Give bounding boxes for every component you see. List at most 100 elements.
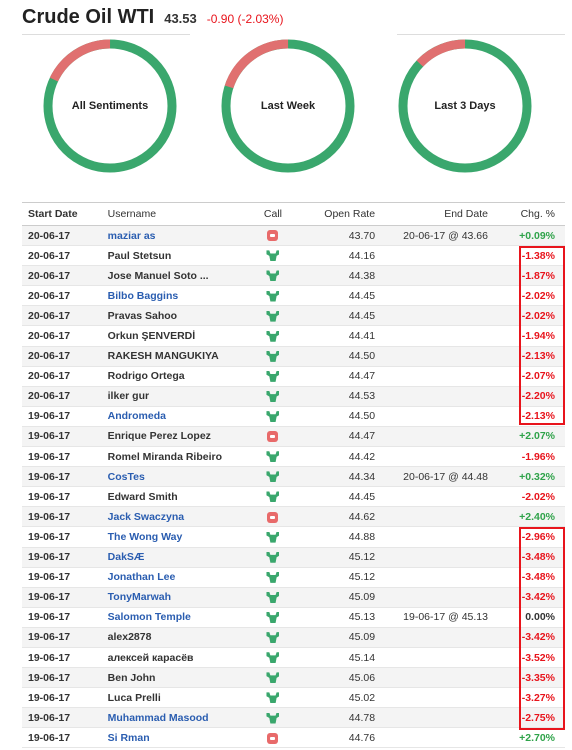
- change-cell: +2.70%: [499, 727, 565, 749]
- instrument-price: 43.53: [164, 11, 197, 26]
- gauge-last-week: Last Week: [220, 38, 356, 174]
- open-rate-cell: 45.09: [297, 627, 386, 648]
- end-date-cell: [385, 285, 500, 307]
- bull-icon: [266, 250, 280, 262]
- call-cell: [248, 406, 298, 427]
- open-rate-cell: 44.38: [297, 265, 386, 287]
- change-cell: -2.02%: [499, 285, 565, 307]
- header-divider-right: [397, 34, 565, 35]
- call-cell: [248, 346, 298, 367]
- table-row: 19-06-17 алексей карасёв 45.14 -3.52%: [22, 647, 565, 669]
- open-rate-cell: 45.06: [297, 667, 386, 689]
- end-date-cell: [385, 707, 500, 729]
- bull-icon: [266, 471, 280, 483]
- table-header-row: Start Date Username Call Open Rate End D…: [22, 202, 565, 226]
- bull-icon: [266, 712, 280, 724]
- instrument-header: Crude Oil WTI 43.53 -0.90 (-2.03%): [22, 6, 283, 29]
- end-date-cell: [385, 526, 500, 548]
- table-row: 19-06-17 alex2878 45.09 -3.42%: [22, 627, 565, 648]
- table-row: 19-06-17 Enrique Perez Lopez 44.47 +2.07%: [22, 426, 565, 448]
- table-row: 19-06-17 Luca Prelli 45.02 -3.27%: [22, 687, 565, 709]
- change-cell: -2.96%: [499, 526, 565, 548]
- open-rate-cell: 44.34: [297, 466, 386, 488]
- end-date-cell: [385, 346, 500, 367]
- change-cell: +0.32%: [499, 466, 565, 488]
- username-cell[interactable]: maziar as: [103, 225, 249, 247]
- change-cell: -3.52%: [499, 647, 565, 669]
- open-rate-cell: 45.02: [297, 687, 386, 709]
- header-divider-left: [22, 34, 190, 35]
- table-row: 20-06-17 Orkun ŞENVERDİ 44.41 -1.94%: [22, 325, 565, 347]
- call-cell: [248, 727, 298, 749]
- column-header-start-date: Start Date: [22, 202, 104, 226]
- open-rate-cell: 45.12: [297, 547, 386, 568]
- call-cell: [248, 547, 298, 568]
- start-date-cell: 19-06-17: [22, 587, 104, 608]
- username-cell[interactable]: The Wong Way: [103, 526, 249, 548]
- end-date-cell: [385, 265, 500, 287]
- change-cell: -2.07%: [499, 366, 565, 387]
- end-date-cell: 20-06-17 @ 43.66: [385, 225, 500, 247]
- username-cell: Rodrigo Ortega: [103, 366, 249, 387]
- table-row: 19-06-17 Ben John 45.06 -3.35%: [22, 667, 565, 689]
- change-cell: -3.35%: [499, 667, 565, 689]
- call-cell: [248, 366, 298, 387]
- bear-icon: [267, 431, 279, 443]
- start-date-cell: 19-06-17: [22, 727, 104, 749]
- bull-icon: [266, 350, 280, 362]
- start-date-cell: 19-06-17: [22, 526, 104, 548]
- start-date-cell: 19-06-17: [22, 426, 104, 448]
- change-cell: -1.87%: [499, 265, 565, 287]
- table-row: 19-06-17 Romel Miranda Ribeiro 44.42 -1.96%: [22, 446, 565, 468]
- start-date-cell: 19-06-17: [22, 547, 104, 568]
- username-cell[interactable]: Jonathan Lee: [103, 567, 249, 588]
- open-rate-cell: 44.78: [297, 707, 386, 729]
- gauge-label: Last Week: [260, 100, 316, 112]
- username-cell[interactable]: Salomon Temple: [103, 607, 249, 628]
- username-cell[interactable]: Bilbo Baggins: [103, 285, 249, 307]
- bull-icon: [266, 612, 280, 624]
- call-cell: [248, 446, 298, 468]
- bull-icon: [266, 571, 280, 583]
- username-cell[interactable]: Muhammad Masood: [103, 707, 249, 729]
- call-cell: [248, 707, 298, 729]
- change-cell: -2.02%: [499, 486, 565, 508]
- start-date-cell: 19-06-17: [22, 506, 104, 528]
- table-row: 20-06-17 RAKESH MANGUKIYA 44.50 -2.13%: [22, 346, 565, 367]
- start-date-cell: 20-06-17: [22, 305, 104, 327]
- column-header-change: Chg. %: [499, 202, 565, 226]
- username-cell: alex2878: [103, 627, 249, 648]
- instrument-change: -0.90 (-2.03%): [206, 12, 284, 26]
- end-date-cell: [385, 587, 500, 608]
- username-cell: Enrique Perez Lopez: [103, 426, 249, 448]
- start-date-cell: 20-06-17: [22, 325, 104, 347]
- table-row: 19-06-17 Edward Smith 44.45 -2.02%: [22, 486, 565, 508]
- username-cell: Jose Manuel Soto ...: [103, 265, 249, 287]
- username-cell[interactable]: Jack Swaczyna: [103, 506, 249, 528]
- start-date-cell: 19-06-17: [22, 687, 104, 709]
- bull-icon: [266, 491, 280, 503]
- username-cell[interactable]: DakSÆ: [103, 547, 249, 568]
- username-cell[interactable]: CosTes: [103, 466, 249, 488]
- bull-icon: [266, 310, 280, 322]
- table-row: 19-06-17 Jonathan Lee 45.12 -3.48%: [22, 567, 565, 588]
- username-cell: RAKESH MANGUKIYA: [103, 346, 249, 367]
- gauge-label: All Sentiments: [71, 100, 149, 112]
- bull-icon: [266, 451, 280, 463]
- open-rate-cell: 44.88: [297, 526, 386, 548]
- open-rate-cell: 44.62: [297, 506, 386, 528]
- change-cell: -1.96%: [499, 446, 565, 468]
- username-cell: ilker gur: [103, 386, 249, 407]
- end-date-cell: [385, 647, 500, 669]
- username-cell[interactable]: TonyMarwah: [103, 587, 249, 608]
- table-row: 19-06-17 DakSÆ 45.12 -3.48%: [22, 547, 565, 568]
- table-row: 19-06-17 Salomon Temple 45.13 19-06-17 @ 45…: [22, 607, 565, 628]
- username-cell[interactable]: Andromeda: [103, 406, 249, 427]
- start-date-cell: 20-06-17: [22, 346, 104, 367]
- call-cell: [248, 526, 298, 548]
- table-row: 20-06-17 Bilbo Baggins 44.45 -2.02%: [22, 285, 565, 307]
- username-cell[interactable]: Si Rman: [103, 727, 249, 749]
- end-date-cell: [385, 547, 500, 568]
- username-cell: Paul Stetsun: [103, 245, 249, 267]
- end-date-cell: 20-06-17 @ 44.48: [385, 466, 500, 488]
